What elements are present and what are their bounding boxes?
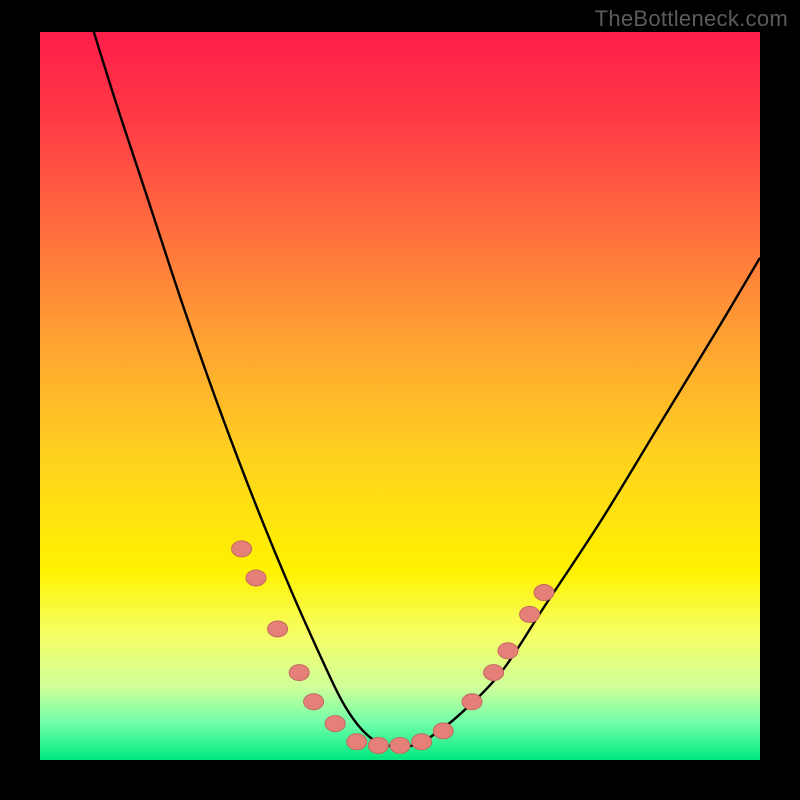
data-marker <box>246 570 266 586</box>
data-marker <box>268 621 288 637</box>
data-marker <box>433 723 453 739</box>
data-marker <box>325 716 345 732</box>
marker-group <box>232 541 554 754</box>
data-marker <box>484 665 504 681</box>
data-marker <box>520 606 540 622</box>
data-marker <box>347 734 367 750</box>
data-marker <box>289 665 309 681</box>
curve-svg <box>40 32 760 760</box>
watermark-label: TheBottleneck.com <box>595 6 788 32</box>
data-marker <box>368 737 388 753</box>
data-marker <box>498 643 518 659</box>
chart-frame: TheBottleneck.com <box>0 0 800 800</box>
bottleneck-curve <box>76 0 760 746</box>
data-marker <box>462 694 482 710</box>
data-marker <box>412 734 432 750</box>
data-marker <box>304 694 324 710</box>
data-marker <box>534 585 554 601</box>
data-marker <box>390 737 410 753</box>
plot-area <box>40 32 760 760</box>
data-marker <box>232 541 252 557</box>
